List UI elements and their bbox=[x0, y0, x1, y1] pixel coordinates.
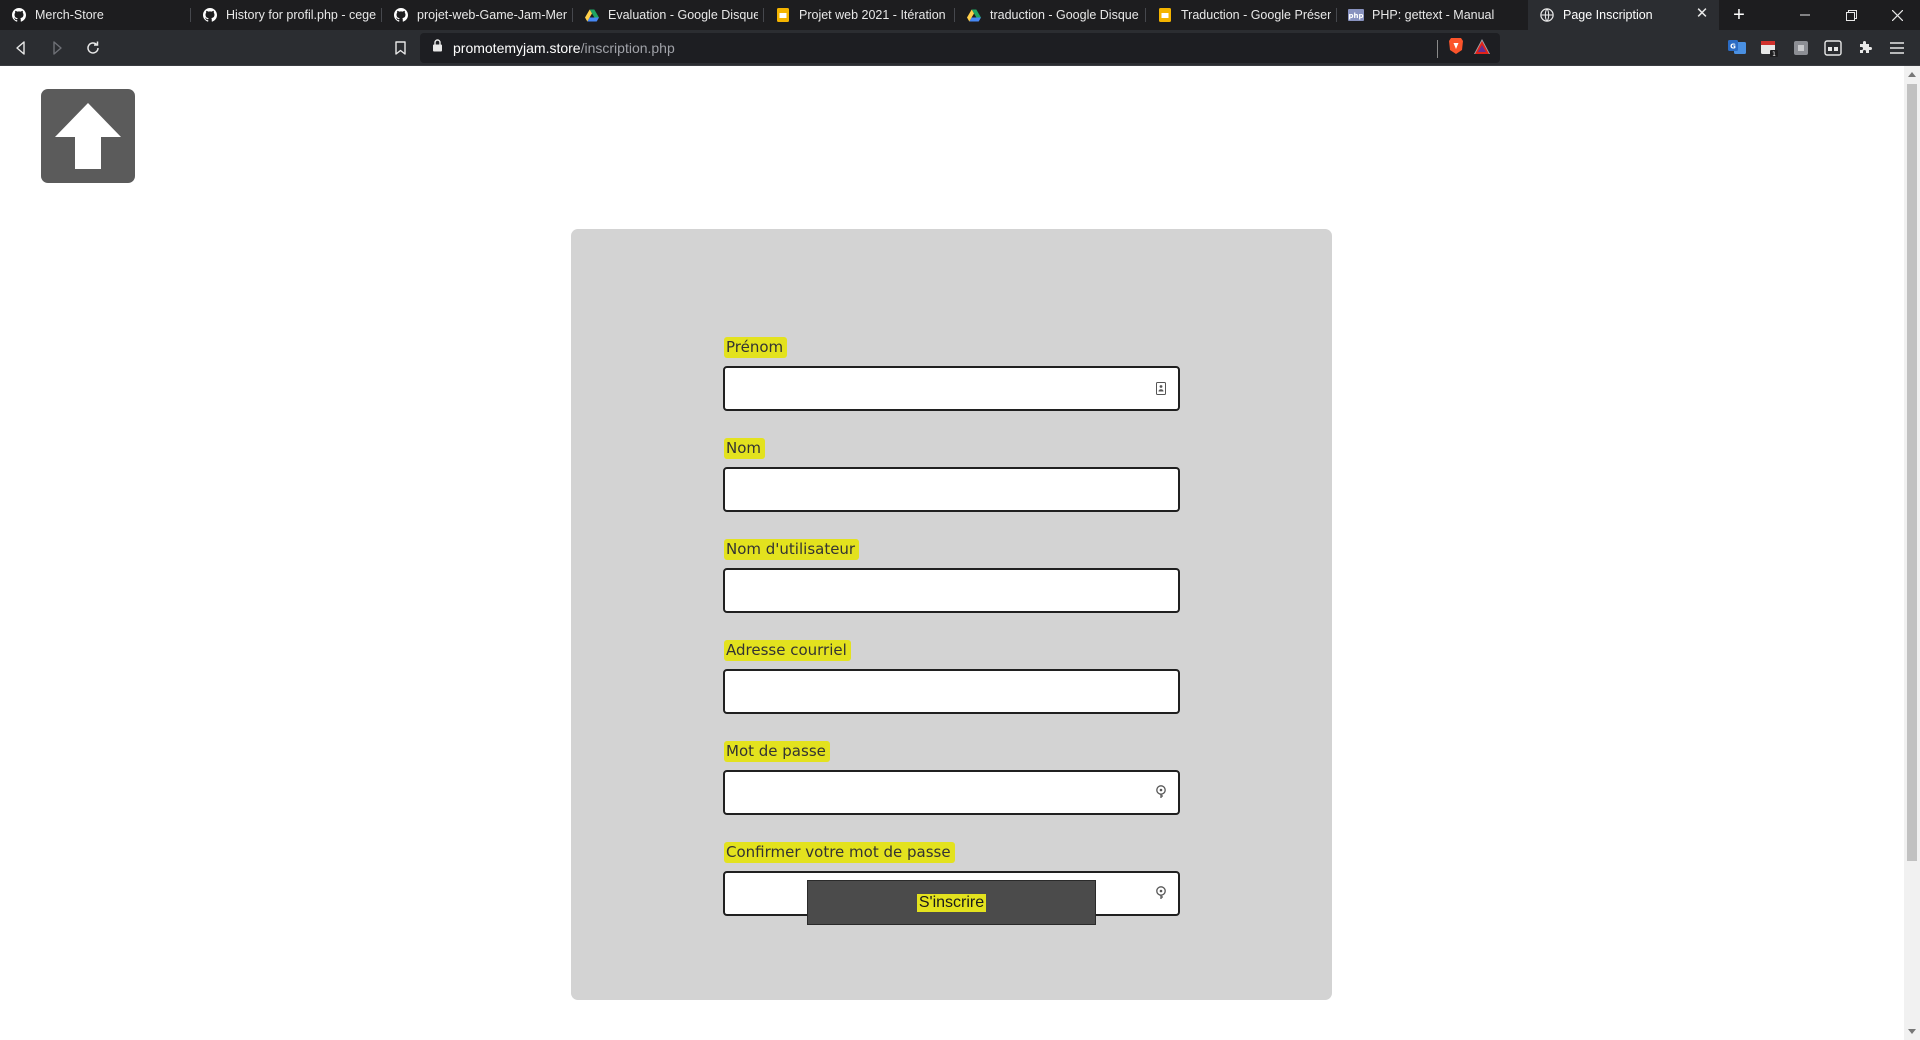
tab-traduction-drive[interactable]: traduction - Google Disque bbox=[955, 0, 1146, 30]
google-slides-icon bbox=[1157, 7, 1173, 23]
bookmark-icon[interactable] bbox=[387, 33, 413, 63]
tab-php-gettext[interactable]: php PHP: gettext - Manual bbox=[1337, 0, 1528, 30]
username-label: Nom d'utilisateur bbox=[724, 539, 860, 560]
forward-icon[interactable] bbox=[42, 33, 72, 63]
register-button-label: S'inscrire bbox=[916, 893, 987, 912]
email-input[interactable] bbox=[723, 669, 1180, 714]
github-icon bbox=[202, 7, 218, 23]
arrow-up-icon bbox=[55, 103, 121, 169]
github-icon bbox=[11, 7, 27, 23]
restore-icon[interactable] bbox=[1828, 0, 1874, 30]
tab-label: Merch-Store bbox=[35, 8, 104, 22]
tab-merch-store[interactable]: Merch-Store bbox=[0, 0, 191, 30]
brave-shields-icon[interactable] bbox=[1448, 37, 1464, 60]
first-name-input[interactable] bbox=[723, 366, 1180, 411]
tab-projet-web-iteration[interactable]: Projet web 2021 - Itération 3 bbox=[764, 0, 955, 30]
tab-label: History for profil.php - cegep bbox=[226, 8, 376, 22]
address-bar[interactable]: promotemyjam.store/inscription.php bbox=[420, 33, 1500, 63]
tab-label: Projet web 2021 - Itération 3 bbox=[799, 8, 949, 22]
first-name-label: Prénom bbox=[724, 337, 788, 358]
reader-extension-icon[interactable] bbox=[1822, 37, 1844, 59]
tab-label: Evaluation - Google Disque bbox=[608, 8, 758, 22]
key-icon[interactable] bbox=[1154, 785, 1168, 799]
url-host: promotemyjam.store bbox=[453, 40, 581, 56]
tab-page-inscription[interactable]: Page Inscription ✕ bbox=[1528, 0, 1719, 30]
close-window-icon[interactable] bbox=[1874, 0, 1920, 30]
tab-label: PHP: gettext - Manual bbox=[1372, 8, 1495, 22]
extensions-area: G 1 bbox=[1726, 33, 1908, 63]
scroll-up-icon[interactable] bbox=[1908, 72, 1916, 77]
url-path: /inscription.php bbox=[580, 40, 675, 56]
last-name-input[interactable] bbox=[723, 467, 1180, 512]
svg-text:1: 1 bbox=[1772, 51, 1776, 57]
tab-strip: Merch-Store History for profil.php - ceg… bbox=[0, 0, 1920, 30]
calendar-extension-icon[interactable]: 1 bbox=[1758, 37, 1780, 59]
scroll-down-icon[interactable] bbox=[1908, 1029, 1916, 1034]
scroll-thumb[interactable] bbox=[1907, 84, 1917, 861]
tab-label: Page Inscription bbox=[1563, 8, 1653, 22]
google-drive-icon bbox=[966, 7, 982, 23]
tab-label: projet-web-Game-Jam-Merc bbox=[417, 8, 567, 22]
email-label: Adresse courriel bbox=[724, 640, 851, 661]
key-icon[interactable] bbox=[1154, 886, 1168, 900]
minimize-icon[interactable] bbox=[1782, 0, 1828, 30]
password-label: Mot de passe bbox=[724, 741, 830, 762]
globe-icon bbox=[1539, 7, 1555, 23]
lock-icon bbox=[432, 39, 443, 57]
extensions-puzzle-icon[interactable] bbox=[1854, 37, 1876, 59]
back-icon[interactable] bbox=[6, 33, 36, 63]
menu-icon[interactable] bbox=[1886, 37, 1908, 59]
home-logo[interactable] bbox=[41, 89, 135, 183]
page-content: Prénom Nom Nom d'utilisateur Adresse cou… bbox=[0, 66, 1904, 1040]
registration-form: Prénom Nom Nom d'utilisateur Adresse cou… bbox=[571, 229, 1332, 1000]
tab-label: traduction - Google Disque bbox=[990, 8, 1139, 22]
translate-extension-icon[interactable]: G bbox=[1726, 37, 1748, 59]
confirm-password-label: Confirmer votre mot de passe bbox=[724, 842, 955, 863]
php-icon: php bbox=[1348, 7, 1364, 23]
page-scrollbar[interactable] bbox=[1904, 66, 1920, 1040]
github-icon bbox=[393, 7, 409, 23]
google-slides-icon bbox=[775, 7, 791, 23]
window-controls bbox=[1782, 0, 1920, 30]
svg-text:php: php bbox=[1348, 12, 1363, 20]
reload-icon[interactable] bbox=[78, 33, 108, 63]
tab-label: Traduction - Google Présenta bbox=[1181, 8, 1331, 22]
browser-toolbar: promotemyjam.store/inscription.php G 1 bbox=[0, 30, 1920, 66]
svg-text:G: G bbox=[1730, 43, 1736, 51]
tab-projet-web-game-jam[interactable]: projet-web-Game-Jam-Merc bbox=[382, 0, 573, 30]
contact-card-icon[interactable] bbox=[1154, 381, 1168, 395]
last-name-label: Nom bbox=[724, 438, 766, 459]
register-button[interactable]: S'inscrire bbox=[807, 880, 1096, 925]
tab-history-profil[interactable]: History for profil.php - cegep bbox=[191, 0, 382, 30]
puzzle-grey-extension-icon[interactable] bbox=[1790, 37, 1812, 59]
password-input[interactable] bbox=[723, 770, 1180, 815]
new-tab-icon[interactable]: + bbox=[1725, 0, 1753, 30]
brave-rewards-icon[interactable] bbox=[1474, 38, 1490, 59]
google-drive-icon bbox=[584, 7, 600, 23]
tab-traduction-slides[interactable]: Traduction - Google Présenta bbox=[1146, 0, 1337, 30]
tab-evaluation-drive[interactable]: Evaluation - Google Disque bbox=[573, 0, 764, 30]
username-input[interactable] bbox=[723, 568, 1180, 613]
close-icon[interactable]: ✕ bbox=[1695, 6, 1709, 21]
